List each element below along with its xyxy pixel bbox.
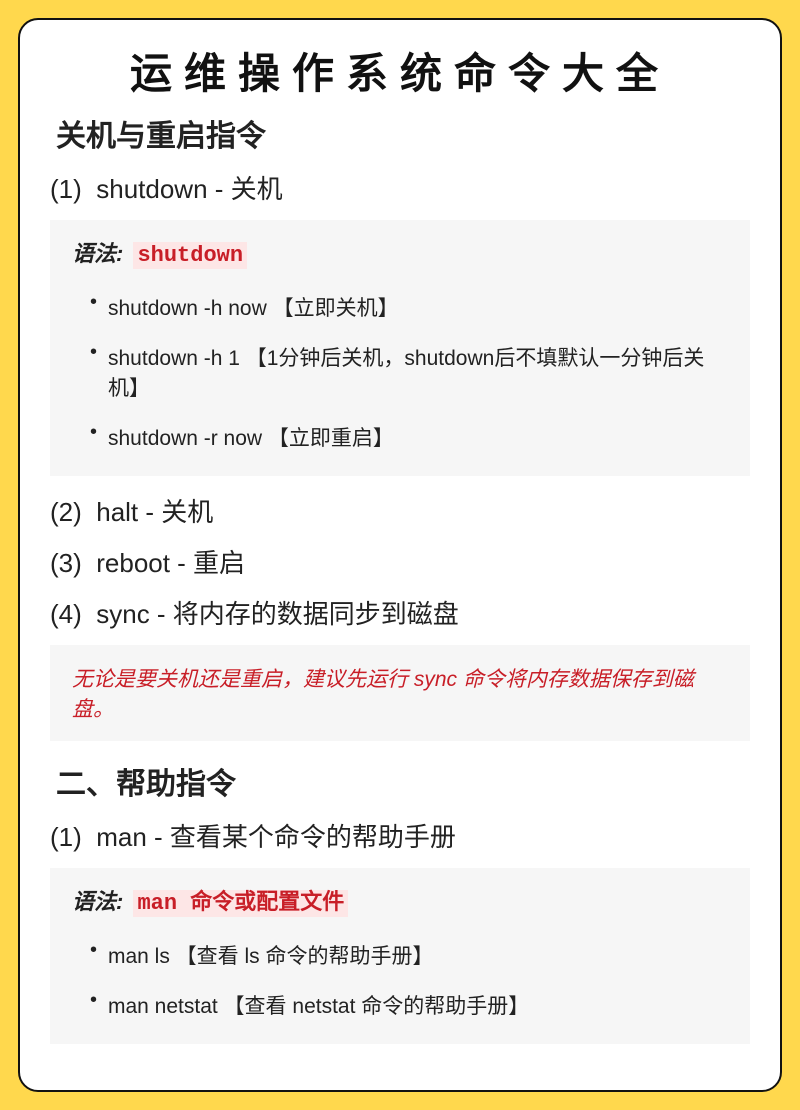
section2-heading: 二、帮助指令 xyxy=(56,759,750,803)
item-text: man - 查看某个命令的帮助手册 xyxy=(96,822,456,852)
item-halt: (2) halt - 关机 xyxy=(50,492,750,529)
list-item: man ls 【查看 ls 命令的帮助手册】 xyxy=(90,930,732,980)
syntax-box-man: 语法: man 命令或配置文件 man ls 【查看 ls 命令的帮助手册】 m… xyxy=(50,868,750,1044)
syntax-row: 语法: man 命令或配置文件 xyxy=(72,884,732,916)
syntax-label: 语法: xyxy=(72,889,123,914)
item-num: (4) xyxy=(50,599,82,629)
item-text: halt - 关机 xyxy=(96,497,213,527)
syntax-keyword: shutdown xyxy=(133,242,247,269)
bullet-list: man ls 【查看 ls 命令的帮助手册】 man netstat 【查看 n… xyxy=(72,930,732,1030)
item-sync: (4) sync - 将内存的数据同步到磁盘 xyxy=(50,594,750,631)
page-title: 运维操作系统命令大全 xyxy=(50,40,750,101)
item-num: (1) xyxy=(50,822,82,852)
syntax-row: 语法: shutdown xyxy=(72,236,732,268)
list-item: man netstat 【查看 netstat 命令的帮助手册】 xyxy=(90,980,732,1030)
syntax-keyword: man 命令或配置文件 xyxy=(133,890,348,917)
list-item: shutdown -h 1 【1分钟后关机，shutdown后不填默认一分钟后关… xyxy=(90,332,732,412)
item-text: reboot - 重启 xyxy=(96,548,245,578)
item-shutdown: (1) shutdown - 关机 xyxy=(50,169,750,206)
item-text: shutdown - 关机 xyxy=(96,174,282,204)
item-num: (2) xyxy=(50,497,82,527)
list-item: shutdown -h now 【立即关机】 xyxy=(90,282,732,332)
bullet-list: shutdown -h now 【立即关机】 shutdown -h 1 【1分… xyxy=(72,282,732,462)
syntax-box-shutdown: 语法: shutdown shutdown -h now 【立即关机】 shut… xyxy=(50,220,750,476)
note-box: 无论是要关机还是重启，建议先运行 sync 命令将内存数据保存到磁盘。 xyxy=(50,645,750,741)
section1-heading: 关机与重启指令 xyxy=(56,111,750,155)
sync-note: 无论是要关机还是重启，建议先运行 sync 命令将内存数据保存到磁盘。 xyxy=(72,668,694,721)
item-num: (1) xyxy=(50,174,82,204)
item-man: (1) man - 查看某个命令的帮助手册 xyxy=(50,817,750,854)
list-item: shutdown -r now 【立即重启】 xyxy=(90,412,732,462)
item-num: (3) xyxy=(50,548,82,578)
item-text: sync - 将内存的数据同步到磁盘 xyxy=(96,599,459,629)
syntax-label: 语法: xyxy=(72,241,123,266)
document-card: 运维操作系统命令大全 关机与重启指令 (1) shutdown - 关机 语法:… xyxy=(18,18,782,1092)
item-reboot: (3) reboot - 重启 xyxy=(50,543,750,580)
